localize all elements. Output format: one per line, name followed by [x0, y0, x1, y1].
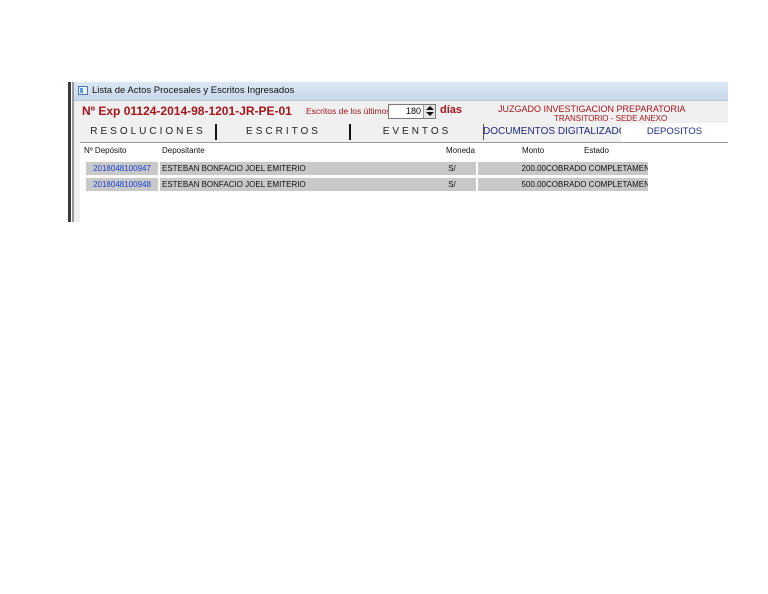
column-header-depositante[interactable]: Depositante	[162, 146, 205, 155]
court-name-line2: TRANSITORIO - SEDE ANEXO	[554, 114, 668, 123]
window-title: Lista de Actos Procesales y Escritos Ing…	[92, 85, 295, 96]
days-spinner[interactable]	[423, 105, 435, 118]
tab-escritos[interactable]: ESCRITOS	[216, 123, 351, 142]
tab-bar: RESOLUCIONES ESCRITOS EVENTOS DOCUMENTOS…	[80, 123, 728, 143]
case-header: Nº Exp 01124-2014-98-1201-JR-PE-01 Escri…	[74, 101, 728, 123]
spin-down-arrow-icon[interactable]	[426, 112, 434, 116]
depositos-grid: Nº Depósito Depositante Moneda Monto Est…	[80, 143, 728, 222]
grid-header-row: Nº Depósito Depositante Moneda Monto Est…	[80, 143, 728, 157]
monto-cell: 200.00	[478, 162, 546, 175]
days-value[interactable]: 180	[406, 106, 421, 116]
column-header-moneda[interactable]: Moneda	[446, 146, 475, 155]
column-header-monto[interactable]: Monto	[522, 146, 544, 155]
deposit-number-link[interactable]: 2018048100947	[86, 162, 158, 175]
dias-label: días	[440, 104, 463, 116]
escritos-filter-label: Escritos de los últimos	[306, 106, 391, 116]
window-left-border	[68, 82, 71, 222]
estado-cell: COBRADO COMPLETAMENT	[546, 162, 648, 175]
tab-depositos[interactable]: DEPOSITOS	[621, 123, 728, 142]
deposit-number-link[interactable]: 2018048100948	[86, 178, 158, 191]
moneda-cell: S/	[428, 162, 476, 175]
window-icon	[78, 86, 88, 95]
depositante-cell: ESTEBAN BONFACIO JOEL EMITERIO	[160, 178, 452, 191]
column-header-numero[interactable]: Nº Depósito	[84, 146, 127, 155]
moneda-cell: S/	[428, 178, 476, 191]
column-header-estado[interactable]: Estado	[584, 146, 609, 155]
tab-documentos-digitalizados[interactable]: DOCUMENTOS DIGITALIZADOS	[483, 123, 633, 142]
page: Lista de Actos Procesales y Escritos Ing…	[0, 0, 768, 594]
spin-up-arrow-icon[interactable]	[426, 106, 434, 110]
expediente-number: Nº Exp 01124-2014-98-1201-JR-PE-01	[82, 104, 292, 118]
tab-eventos[interactable]: EVENTOS	[351, 123, 483, 142]
tab-resoluciones[interactable]: RESOLUCIONES	[80, 123, 216, 142]
estado-cell: COBRADO COMPLETAMENT	[546, 178, 648, 191]
window-titlebar[interactable]: Lista de Actos Procesales y Escritos Ing…	[74, 82, 728, 101]
days-spinner-input[interactable]: 180	[388, 104, 436, 119]
monto-cell: 500.00	[478, 178, 546, 191]
depositante-cell: ESTEBAN BONFACIO JOEL EMITERIO	[160, 162, 452, 175]
